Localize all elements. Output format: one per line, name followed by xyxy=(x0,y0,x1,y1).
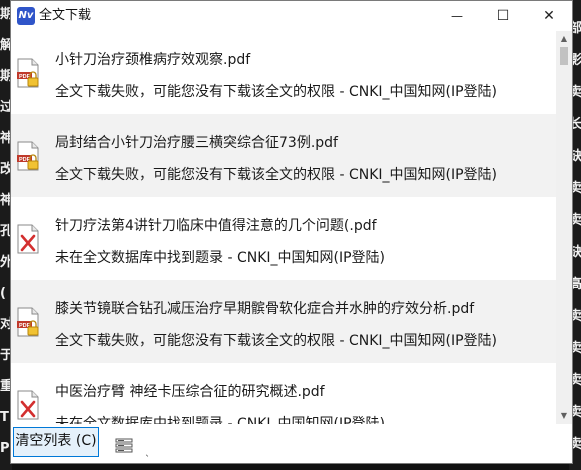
download-item[interactable]: PDF 膝关节镜联合钻孔减压治疗早期髌骨软化症合并水肿的疗效分析.pdf 全文下载失… xyxy=(11,280,556,363)
title-bar[interactable]: Nv 全文下载 — ☐ ✕ xyxy=(11,1,572,31)
file-name: 膝关节镜联合钻孔减压治疗早期髌骨软化症合并水肿的疗效分析.pdf xyxy=(55,301,475,317)
file-error-icon xyxy=(17,390,39,420)
maximize-button[interactable]: ☐ xyxy=(480,1,526,31)
file-name: 小针刀治疗颈椎病疗效观察.pdf xyxy=(55,52,251,68)
app-logo-icon: Nv xyxy=(17,7,35,25)
file-name: 中医治疗臂 神经卡压综合征的研究概述.pdf xyxy=(55,384,325,400)
minimize-button[interactable]: — xyxy=(434,1,480,31)
vertical-scrollbar[interactable]: ▲ ▼ xyxy=(556,31,572,424)
list-settings-icon[interactable] xyxy=(115,437,133,455)
scroll-up-icon[interactable]: ▲ xyxy=(556,31,572,47)
download-status: 全文下载失败，可能您没有下载该全文的权限 - CNKI_中国知网(IP登陆) xyxy=(55,333,498,349)
download-status: 全文下载失败，可能您没有下载该全文的权限 - CNKI_中国知网(IP登陆) xyxy=(55,84,498,100)
download-item[interactable]: PDF 局封结合小针刀治疗腰三横突综合征73例.pdf 全文下载失败，可能您没有下载… xyxy=(11,114,556,197)
scroll-thumb[interactable] xyxy=(560,47,568,65)
scroll-down-icon[interactable]: ▼ xyxy=(556,408,572,424)
close-button[interactable]: ✕ xyxy=(526,1,572,31)
footer-bar: 清空列表 (C) ˎ xyxy=(11,424,572,463)
window-title: 全文下载 xyxy=(39,8,92,23)
maximize-icon: ☐ xyxy=(496,8,510,24)
clear-list-button[interactable]: 清空列表 (C) xyxy=(13,427,99,457)
pdf-lock-icon: PDF xyxy=(17,58,39,88)
download-status: 未在全文数据库中找到题录 - CNKI_中国知网(IP登陆) xyxy=(55,416,386,424)
file-name: 针刀疗法第4讲针刀临床中值得注意的几个问题(.pdf xyxy=(55,218,377,234)
file-name: 局封结合小针刀治疗腰三横突综合征73例.pdf xyxy=(55,135,338,151)
download-window: Nv 全文下载 — ☐ ✕ PDF 小针刀治疗颈椎病疗效观察.pdf 全文下载失败，… xyxy=(10,0,573,464)
download-list[interactable]: PDF 小针刀治疗颈椎病疗效观察.pdf 全文下载失败，可能您没有下载该全文的权限 … xyxy=(11,31,556,424)
file-error-icon xyxy=(17,224,39,254)
download-item[interactable]: 中医治疗臂 神经卡压综合征的研究概述.pdf 未在全文数据库中找到题录 - CNK… xyxy=(11,363,556,424)
download-status: 全文下载失败，可能您没有下载该全文的权限 - CNKI_中国知网(IP登陆) xyxy=(55,167,498,183)
pdf-lock-icon: PDF xyxy=(17,307,39,337)
download-status: 未在全文数据库中找到题录 - CNKI_中国知网(IP登陆) xyxy=(55,250,386,266)
minimize-icon: — xyxy=(451,9,463,23)
pdf-lock-icon: PDF xyxy=(17,141,39,171)
download-item[interactable]: PDF 小针刀治疗颈椎病疗效观察.pdf 全文下载失败，可能您没有下载该全文的权限 … xyxy=(11,31,556,114)
download-item[interactable]: 针刀疗法第4讲针刀临床中值得注意的几个问题(.pdf 未在全文数据库中找到题录 -… xyxy=(11,197,556,280)
close-icon: ✕ xyxy=(543,8,555,24)
resize-mark: ˎ xyxy=(145,446,150,457)
